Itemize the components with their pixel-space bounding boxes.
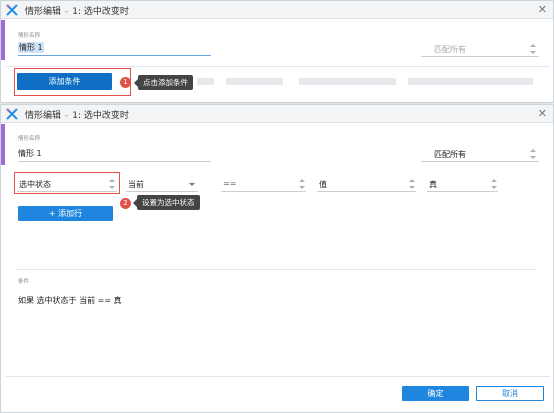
value-select[interactable]: 真: [429, 179, 437, 190]
title-bar: 情形编辑 -1: 选中改变时 ✕: [1, 105, 553, 123]
case-name-underline: [18, 55, 211, 56]
placeholder-bar: [226, 78, 283, 85]
add-row-button[interactable]: + 添加行: [18, 206, 113, 221]
case-name-underline: [18, 161, 211, 162]
conditions-label: 条件: [18, 279, 30, 285]
case-name: 1: 选中改变时: [72, 111, 129, 121]
title-bar: 情形编辑 -1: 选中改变时 ✕: [1, 1, 553, 19]
case-name-label: 情形名称: [18, 136, 41, 142]
condition-field-underline: [17, 191, 117, 192]
spinner-icon: [109, 179, 115, 189]
add-condition-button[interactable]: 添加条件: [17, 73, 112, 90]
match-mode-select[interactable]: 匹配所有: [434, 44, 466, 55]
case-editor-dialog-step2: 情形编辑 -1: 选中改变时 ✕ 情形名称 情形 1 匹配所有 选中状态 当前 =…: [0, 104, 554, 413]
placeholder-bar: [299, 78, 396, 85]
dropdown-caret-icon: [189, 183, 195, 186]
match-mode-underline: [421, 56, 539, 57]
spinner-icon: [299, 179, 305, 189]
dialog-title-text: 情形编辑: [25, 111, 62, 121]
ok-button[interactable]: 确定: [402, 386, 469, 401]
value-type-select[interactable]: 值: [319, 179, 327, 190]
tooltip-set-selected: 设置为选中状态: [133, 195, 200, 210]
operator-select[interactable]: ==: [223, 179, 236, 188]
case-name-input[interactable]: 情形 1: [18, 42, 44, 53]
spinner-icon: [530, 44, 536, 54]
accent-bar: [1, 124, 5, 165]
step-badge-1: 1: [120, 77, 131, 88]
cancel-button[interactable]: 取消: [476, 386, 544, 401]
dialog-title-text: 情形编辑: [25, 7, 62, 17]
condition-target-select[interactable]: 当前: [128, 179, 144, 190]
spinner-icon: [530, 149, 536, 159]
title-separator: -: [65, 7, 69, 17]
spinner-icon: [409, 179, 415, 189]
case-name: 1: 选中改变时: [72, 7, 129, 17]
close-icon[interactable]: ✕: [538, 107, 547, 121]
tooltip-add-condition: 点击添加条件: [134, 75, 193, 90]
title-separator: -: [65, 111, 69, 121]
axure-logo-icon: [6, 108, 18, 120]
value-underline: [427, 191, 498, 192]
operator-underline: [221, 191, 306, 192]
condition-target-underline: [126, 191, 198, 192]
match-mode-underline: [421, 161, 539, 162]
match-mode-select[interactable]: 匹配所有: [434, 149, 466, 160]
spinner-icon: [491, 179, 497, 189]
divider: [16, 269, 537, 270]
case-name-input[interactable]: 情形 1: [18, 148, 42, 159]
value-type-underline: [317, 191, 416, 192]
footer-divider: [6, 376, 550, 377]
placeholder-bar: [197, 78, 214, 85]
case-name-label: 情形名称: [18, 33, 41, 39]
placeholder-bar: [408, 78, 533, 85]
step-badge-2: 2: [120, 198, 131, 209]
condition-field-select[interactable]: 选中状态: [19, 179, 51, 190]
close-icon[interactable]: ✕: [538, 3, 547, 17]
accent-bar: [1, 20, 5, 60]
axure-logo-icon: [6, 4, 18, 16]
dialog-title: 情形编辑 -1: 选中改变时: [25, 4, 129, 17]
conditions-summary: 如果 选中状态于 当前 == 真: [18, 296, 122, 305]
divider: [6, 66, 550, 67]
dialog-title: 情形编辑 -1: 选中改变时: [25, 108, 129, 121]
case-editor-dialog-step1: 情形编辑 -1: 选中改变时 ✕ 情形名称 情形 1 匹配所有 添加条件 1 点击…: [0, 0, 554, 103]
